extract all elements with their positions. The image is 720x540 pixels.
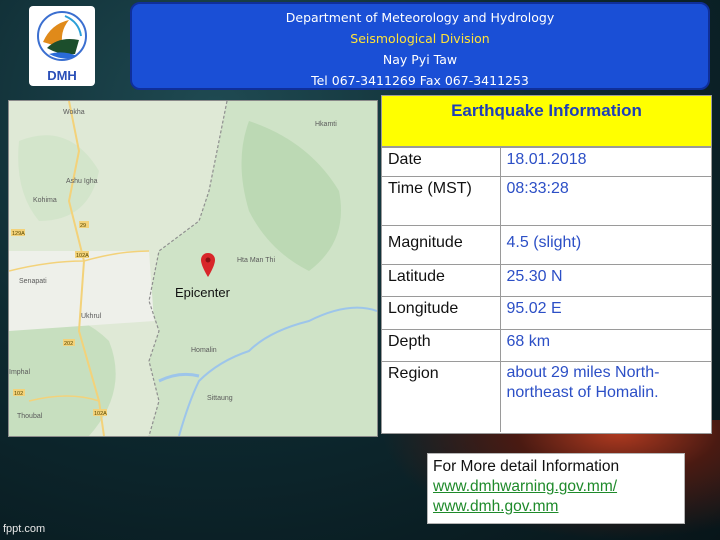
town-senapati: Senapati: [19, 278, 47, 285]
more-info-title: For More detail Information: [433, 458, 620, 475]
table-row: Date 18.01.2018: [382, 147, 711, 177]
town-sittaung: Sittaung: [207, 395, 233, 402]
logo-text: DMH: [47, 68, 77, 83]
town-ashu-igha: Ashu Igha: [66, 178, 98, 185]
town-kohima: Kohima: [33, 197, 57, 204]
row-key-depth: Depth: [382, 329, 501, 362]
department-name: Department of Meteorology and Hydrology: [285, 10, 555, 25]
table-row: Latitude 25.30 N: [382, 264, 711, 297]
epicenter-map[interactable]: 29 129A 102A 202 102 102A Wokha Ashu Igh…: [8, 100, 378, 437]
row-key-time: Time (MST): [382, 176, 501, 226]
row-value-date: 18.01.2018: [500, 147, 711, 177]
town-thoubal: Thoubal: [17, 413, 43, 420]
slide: DMH Department of Meteorology and Hydrol…: [0, 0, 720, 540]
row-key-magnitude: Magnitude: [382, 225, 501, 265]
row-value-longitude: 95.02 E: [500, 296, 711, 330]
row-key-longitude: Longitude: [382, 296, 501, 330]
dmh-link[interactable]: www.dmh.gov.mm: [433, 497, 684, 517]
earthquake-info-table: Earthquake Information Date 18.01.2018 T…: [381, 95, 712, 434]
city-name: Nay Pyi Taw: [382, 52, 458, 67]
road-badge-202: 202: [64, 341, 73, 347]
info-title: Earthquake Information: [382, 96, 711, 147]
dmh-logo: DMH: [29, 6, 95, 86]
row-value-time: 08:33:28: [500, 176, 711, 226]
contact-numbers: Tel 067-3411269 Fax 067-3411253: [311, 73, 529, 88]
table-row: Region about 29 miles North-northeast of…: [382, 361, 711, 432]
town-imphal: Imphal: [9, 369, 31, 376]
fppt-watermark: fppt.com: [3, 523, 46, 535]
town-wokha: Wokha: [63, 109, 85, 116]
row-key-region: Region: [382, 361, 501, 432]
dmhwarning-link[interactable]: www.dmhwarning.gov.mm/: [433, 477, 684, 497]
town-homalin: Homalin: [191, 347, 217, 354]
table-row: Depth 68 km: [382, 329, 711, 362]
town-hta-man-thi: Hta Man Thi: [237, 257, 275, 264]
map-graphic: 29 129A 102A 202 102 102A: [9, 101, 377, 436]
row-value-latitude: 25.30 N: [500, 264, 711, 297]
row-value-depth: 68 km: [500, 329, 711, 362]
division-name: Seismological Division: [350, 31, 490, 46]
more-info-box: For More detail Information www.dmhwarni…: [427, 453, 685, 524]
road-badge-102a-north: 102A: [76, 253, 89, 259]
table-row: Magnitude 4.5 (slight): [382, 225, 711, 265]
row-key-latitude: Latitude: [382, 264, 501, 297]
road-badge-102a-south: 102A: [94, 411, 107, 417]
table-row: Time (MST) 08:33:28: [382, 176, 711, 226]
road-badge-29: 29: [80, 223, 86, 229]
road-badge-129a: 129A: [12, 231, 25, 237]
row-value-magnitude: 4.5 (slight): [500, 225, 711, 265]
town-ukhrul: Ukhrul: [81, 313, 102, 320]
town-hkamti: Hkamti: [315, 121, 337, 128]
epicenter-pin-icon[interactable]: [201, 253, 215, 277]
row-key-date: Date: [382, 147, 501, 177]
road-badge-102: 102: [14, 391, 23, 397]
epicenter-label: Epicenter: [175, 285, 230, 300]
header-banner: Department of Meteorology and Hydrology …: [130, 2, 710, 90]
row-value-region: about 29 miles North-northeast of Homali…: [500, 361, 711, 432]
table-row: Longitude 95.02 E: [382, 296, 711, 330]
